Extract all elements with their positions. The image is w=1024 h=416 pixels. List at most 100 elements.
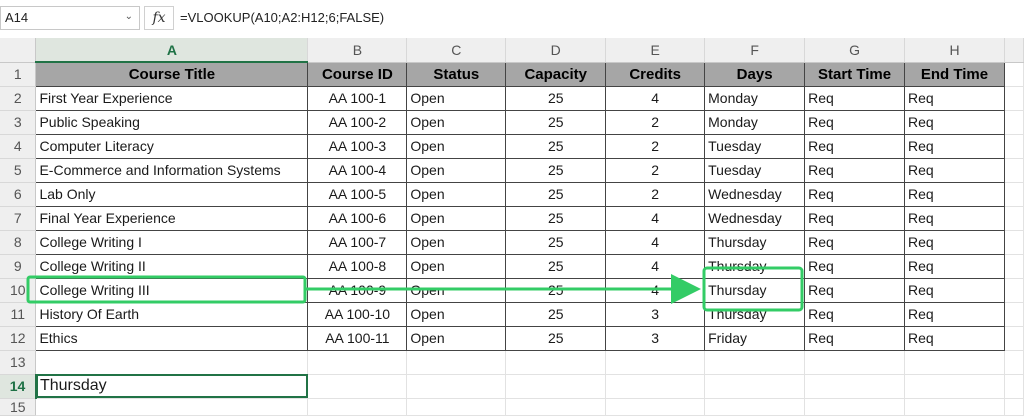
table-cell[interactable]: 4: [605, 277, 706, 303]
table-header-cell[interactable]: Course Title: [35, 61, 309, 87]
table-cell[interactable]: College Writing III: [35, 277, 309, 303]
table-cell[interactable]: Open: [406, 301, 507, 327]
formula-input[interactable]: =VLOOKUP(A10;A2:H12;6;FALSE): [180, 10, 384, 25]
empty-cell[interactable]: [35, 350, 309, 375]
table-cell[interactable]: Monday: [704, 109, 806, 135]
empty-cell[interactable]: [605, 350, 706, 375]
empty-cell[interactable]: [1004, 278, 1024, 303]
table-cell[interactable]: Open: [406, 157, 507, 183]
empty-cell[interactable]: [704, 350, 806, 375]
table-cell[interactable]: Tuesday: [704, 133, 806, 159]
row-number[interactable]: 12: [0, 326, 37, 351]
empty-cell[interactable]: [1004, 230, 1024, 255]
empty-cell[interactable]: [804, 374, 906, 399]
table-cell[interactable]: Thursday: [704, 253, 806, 279]
table-cell[interactable]: Req: [804, 109, 906, 135]
table-cell[interactable]: 4: [605, 205, 706, 231]
table-cell[interactable]: Req: [804, 277, 906, 303]
empty-cell[interactable]: [505, 374, 607, 399]
table-cell[interactable]: Req: [904, 157, 1005, 183]
empty-cell[interactable]: [704, 398, 806, 416]
empty-cell[interactable]: [406, 374, 507, 399]
table-cell[interactable]: Req: [804, 301, 906, 327]
table-cell[interactable]: Req: [804, 205, 906, 231]
table-cell[interactable]: Req: [804, 133, 906, 159]
table-cell[interactable]: Open: [406, 85, 507, 111]
empty-cell[interactable]: [1004, 326, 1024, 351]
table-cell[interactable]: First Year Experience: [35, 85, 309, 111]
table-cell[interactable]: AA 100-2: [307, 109, 408, 135]
table-cell[interactable]: 4: [605, 85, 706, 111]
table-cell[interactable]: 25: [505, 301, 607, 327]
empty-cell[interactable]: [904, 350, 1005, 375]
row-number[interactable]: 13: [0, 350, 37, 375]
empty-cell[interactable]: [505, 398, 607, 416]
column-header-e[interactable]: E: [605, 38, 706, 63]
empty-cell[interactable]: [307, 350, 408, 375]
table-cell[interactable]: Thursday: [704, 277, 806, 303]
empty-cell[interactable]: [1004, 302, 1024, 327]
table-cell[interactable]: Friday: [704, 325, 806, 351]
table-cell[interactable]: Wednesday: [704, 205, 806, 231]
row-number[interactable]: 11: [0, 302, 37, 327]
table-cell[interactable]: Req: [904, 253, 1005, 279]
table-cell[interactable]: Req: [804, 325, 906, 351]
table-cell[interactable]: 4: [605, 253, 706, 279]
empty-cell[interactable]: [804, 398, 906, 416]
table-cell[interactable]: AA 100-9: [307, 277, 408, 303]
table-cell[interactable]: Final Year Experience: [35, 205, 309, 231]
row-number[interactable]: 15: [0, 398, 37, 416]
table-cell[interactable]: Req: [904, 325, 1005, 351]
table-cell[interactable]: 2: [605, 157, 706, 183]
function-icon[interactable]: fx: [144, 6, 174, 30]
table-cell[interactable]: 25: [505, 277, 607, 303]
table-cell[interactable]: Req: [904, 205, 1005, 231]
column-header-f[interactable]: F: [704, 38, 806, 63]
empty-cell[interactable]: [1004, 158, 1024, 183]
table-cell[interactable]: AA 100-3: [307, 133, 408, 159]
table-cell[interactable]: Req: [804, 253, 906, 279]
column-header-d[interactable]: D: [505, 38, 607, 63]
table-cell[interactable]: Public Speaking: [35, 109, 309, 135]
table-header-cell[interactable]: Course ID: [307, 61, 408, 87]
table-header-cell[interactable]: Capacity: [505, 61, 607, 87]
table-cell[interactable]: Req: [804, 229, 906, 255]
table-cell[interactable]: Computer Literacy: [35, 133, 309, 159]
empty-cell[interactable]: [307, 374, 408, 399]
table-cell[interactable]: Open: [406, 205, 507, 231]
row-number[interactable]: 10: [0, 278, 37, 303]
empty-cell[interactable]: [904, 374, 1005, 399]
column-header-b[interactable]: B: [307, 38, 408, 63]
table-cell[interactable]: Req: [804, 181, 906, 207]
empty-cell[interactable]: [1004, 350, 1024, 375]
table-header-cell[interactable]: Credits: [605, 61, 706, 87]
table-cell[interactable]: 25: [505, 205, 607, 231]
row-number[interactable]: 6: [0, 182, 37, 207]
table-cell[interactable]: 2: [605, 133, 706, 159]
table-cell[interactable]: Ethics: [35, 325, 309, 351]
empty-cell[interactable]: [1004, 206, 1024, 231]
empty-cell[interactable]: [1004, 254, 1024, 279]
table-cell[interactable]: 2: [605, 181, 706, 207]
table-cell[interactable]: E-Commerce and Information Systems: [35, 157, 309, 183]
empty-cell[interactable]: [406, 350, 507, 375]
empty-cell[interactable]: [704, 374, 806, 399]
empty-cell[interactable]: [1004, 134, 1024, 159]
table-cell[interactable]: Thursday: [704, 301, 806, 327]
empty-cell[interactable]: [605, 398, 706, 416]
table-cell[interactable]: 3: [605, 325, 706, 351]
table-cell[interactable]: AA 100-11: [307, 325, 408, 351]
table-cell[interactable]: Thursday: [704, 229, 806, 255]
row-number[interactable]: 7: [0, 206, 37, 231]
table-cell[interactable]: College Writing I: [35, 229, 309, 255]
table-cell[interactable]: Req: [904, 277, 1005, 303]
column-header-c[interactable]: C: [406, 38, 507, 63]
table-cell[interactable]: 25: [505, 229, 607, 255]
table-cell[interactable]: AA 100-1: [307, 85, 408, 111]
table-cell[interactable]: Req: [904, 85, 1005, 111]
table-cell[interactable]: 25: [505, 325, 607, 351]
row-number[interactable]: 9: [0, 254, 37, 279]
table-cell[interactable]: Req: [904, 109, 1005, 135]
table-cell[interactable]: Monday: [704, 85, 806, 111]
table-header-cell[interactable]: End Time: [904, 61, 1005, 87]
